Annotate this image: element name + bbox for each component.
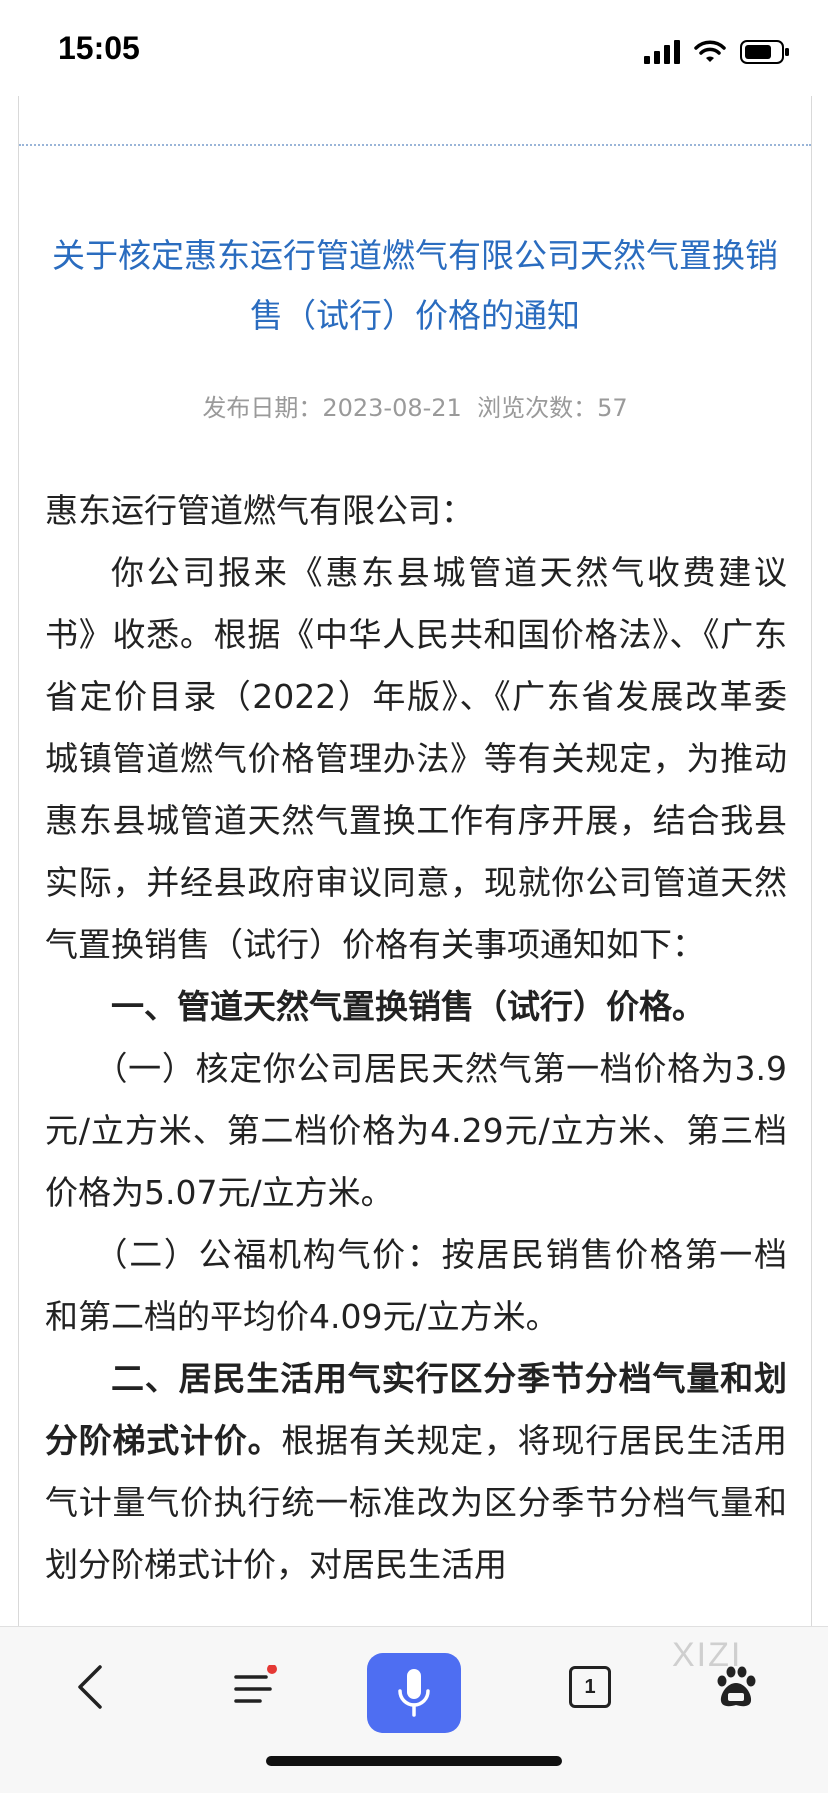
menu-icon <box>234 1665 277 1703</box>
article-meta: 发布日期：2023-08-21 浏览次数：57 <box>19 388 811 423</box>
back-button[interactable] <box>60 1647 120 1727</box>
home-indicator <box>266 1756 562 1766</box>
price-item-1: （一）核定你公司居民天然气第一档价格为3.9元/立方米、第二档价格为4.29元/… <box>45 1049 787 1212</box>
status-time: 15:05 <box>58 30 140 66</box>
section-heading-1: 一、管道天然气置换销售（试行）价格。 <box>111 987 705 1026</box>
dotted-divider <box>19 144 811 146</box>
signal-icon <box>644 40 680 64</box>
paragraph-intro: 你公司报来《惠东县城管道天然气收费建议书》收悉。根据《中华人民共和国价格法》、《… <box>45 553 787 964</box>
microphone-icon <box>398 1669 430 1717</box>
article-body: 惠东运行管道燃气有限公司： 你公司报来《惠东县城管道天然气收费建议书》收悉。根据… <box>45 480 787 1596</box>
battery-icon <box>740 40 789 64</box>
paragraph-section-2: 二、居民生活用气实行区分季节分档气量和划分阶梯式计价。根据有关规定，将现行居民生… <box>45 1348 787 1596</box>
notification-dot <box>267 1665 277 1674</box>
watermark: XIZI <box>672 1636 743 1674</box>
wifi-icon <box>694 40 726 62</box>
tabs-button[interactable]: 1 <box>560 1647 620 1727</box>
salutation: 惠东运行管道燃气有限公司： <box>45 491 474 530</box>
publish-date-label: 发布日期： <box>202 394 323 422</box>
article-page: 关于核定惠东运行管道燃气有限公司天然气置换销售（试行）价格的通知 发布日期：20… <box>18 96 812 1626</box>
view-count: 57 <box>597 394 628 422</box>
tab-count: 1 <box>569 1666 611 1708</box>
voice-search-button[interactable] <box>367 1653 461 1733</box>
menu-button[interactable] <box>220 1647 290 1727</box>
publish-date: 2023-08-21 <box>322 394 462 422</box>
status-icons <box>644 38 790 66</box>
article-title: 关于核定惠东运行管道燃气有限公司天然气置换销售（试行）价格的通知 <box>52 236 778 335</box>
price-item-2: （二）公福机构气价：按居民销售价格第一档和第二档的平均价4.09元/立方米。 <box>45 1235 787 1336</box>
view-count-label: 浏览次数： <box>477 394 598 422</box>
chevron-left-icon <box>78 1665 102 1709</box>
status-bar: 15:05 <box>0 0 828 96</box>
